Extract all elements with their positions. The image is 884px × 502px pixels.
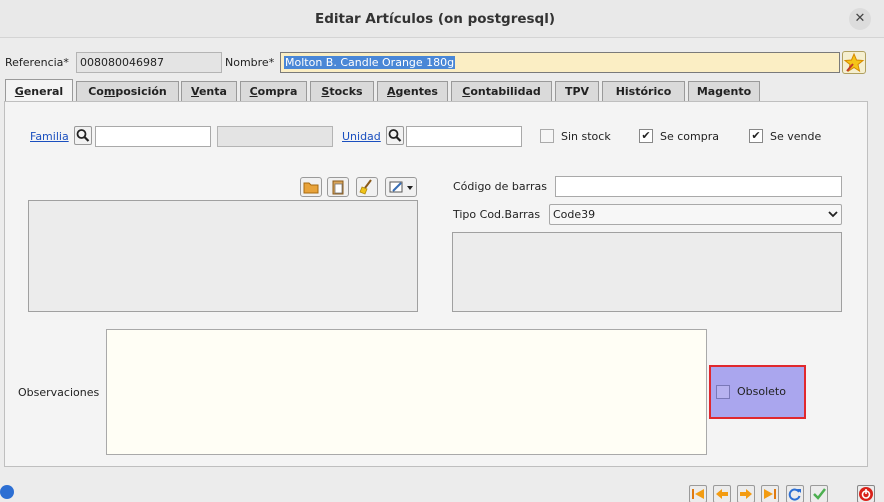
obsoleto-checkbox[interactable] (716, 385, 730, 399)
chevron-down-icon (828, 211, 838, 218)
power-icon (859, 487, 873, 501)
unidad-search-button[interactable] (386, 126, 404, 145)
clipboard-icon (332, 180, 344, 195)
tab-venta[interactable]: Venta (181, 81, 237, 102)
close-form-button[interactable] (857, 485, 875, 502)
arrow-right-icon (740, 489, 752, 499)
edit-image-icon (389, 181, 413, 193)
codigo-barras-label: Código de barras (453, 180, 547, 193)
last-record-button[interactable] (761, 485, 779, 502)
obsoleto-label: Obsoleto (737, 385, 786, 398)
article-image-area[interactable] (28, 200, 418, 312)
tab-general[interactable]: General (5, 79, 73, 102)
tab-bar: General Composición Venta Compra Stocks … (4, 79, 864, 102)
search-icon (76, 129, 90, 142)
unidad-link[interactable]: Unidad (342, 130, 381, 143)
se-compra-label: Se compra (660, 130, 719, 143)
sin-stock-checkbox[interactable] (540, 129, 554, 143)
referencia-label: Referencia* (5, 56, 69, 69)
tab-historico[interactable]: Histórico (602, 81, 685, 102)
refresh-button[interactable] (786, 485, 804, 502)
checkmark-icon (813, 488, 826, 500)
window-title: Editar Artículos (on postgresql) (314, 11, 556, 27)
first-record-button[interactable] (689, 485, 707, 502)
se-vende-checkbox[interactable]: ✔ (749, 129, 763, 143)
tab-contabilidad[interactable]: Contabilidad (451, 81, 552, 102)
se-vende-label: Se vende (770, 130, 822, 143)
paste-image-button[interactable] (327, 177, 349, 197)
close-button[interactable]: ✕ (849, 8, 871, 30)
accept-button[interactable] (810, 485, 828, 502)
tab-compra[interactable]: Compra (240, 81, 307, 102)
edit-image-dropdown[interactable] (385, 177, 417, 197)
familia-description-field (217, 126, 333, 147)
first-icon (692, 489, 704, 499)
observaciones-textarea[interactable] (106, 329, 707, 455)
sin-stock-label: Sin stock (561, 130, 611, 143)
search-icon (388, 129, 402, 142)
barcode-preview-area (452, 232, 842, 312)
observaciones-label: Observaciones (18, 386, 100, 399)
tipo-cod-barras-select[interactable]: Code39 (549, 204, 842, 225)
nombre-label: Nombre* (225, 56, 275, 69)
nombre-selected-text: Molton B. Candle Orange 180g (284, 56, 456, 69)
referencia-field[interactable]: 008080046987 (76, 52, 222, 73)
open-image-button[interactable] (300, 177, 322, 197)
tipo-cod-barras-value: Code39 (553, 208, 596, 221)
nombre-field[interactable]: Molton B. Candle Orange 180g (280, 52, 840, 73)
info-icon[interactable] (0, 485, 14, 499)
tipo-cod-barras-label: Tipo Cod.Barras (453, 208, 541, 221)
folder-icon (303, 182, 319, 194)
arrow-left-icon (716, 489, 728, 499)
next-record-button[interactable] (737, 485, 755, 502)
tab-stocks[interactable]: Stocks (310, 81, 374, 102)
tab-agentes[interactable]: Agentes (377, 81, 448, 102)
familia-code-input[interactable] (95, 126, 211, 147)
wizard-button[interactable] (842, 51, 866, 74)
tab-magento[interactable]: Magento (688, 81, 760, 102)
tab-composicion[interactable]: Composición (76, 81, 179, 102)
last-icon (764, 489, 776, 499)
tab-tpv[interactable]: TPV (555, 81, 599, 102)
se-compra-checkbox[interactable]: ✔ (639, 129, 653, 143)
codigo-barras-input[interactable] (555, 176, 842, 197)
clear-image-button[interactable] (356, 177, 378, 197)
familia-search-button[interactable] (74, 126, 92, 145)
wand-icon (843, 52, 865, 73)
unidad-input[interactable] (406, 126, 522, 147)
refresh-icon (788, 488, 801, 501)
previous-record-button[interactable] (713, 485, 731, 502)
familia-link[interactable]: Familia (30, 130, 69, 143)
broom-icon (359, 179, 372, 195)
